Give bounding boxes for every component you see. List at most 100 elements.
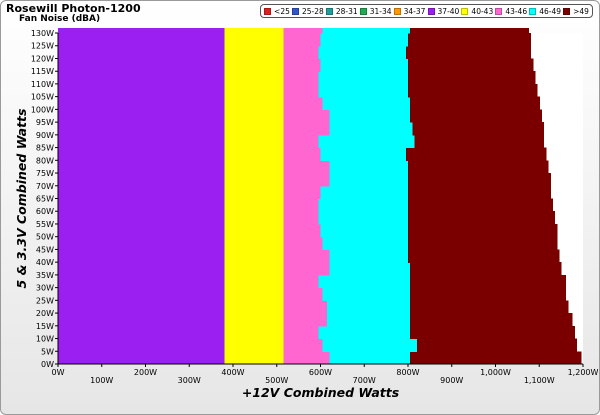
heat-band (58, 122, 225, 136)
heat-band (327, 313, 411, 327)
heat-band (224, 313, 284, 327)
y-tick-label: 105W (31, 93, 54, 102)
y-tick-label: 30W (36, 284, 54, 293)
heat-band (410, 287, 567, 301)
heat-band (283, 109, 330, 123)
y-tick-label: 80W (36, 156, 54, 165)
heat-band (405, 45, 532, 60)
heat-band (58, 33, 225, 47)
heat-band (224, 211, 284, 225)
heat-band (283, 58, 322, 72)
y-tick-label: 35W (36, 271, 54, 280)
heat-band (283, 185, 322, 200)
y-tick-label: 25W (36, 296, 54, 305)
heat-band (283, 351, 330, 365)
heat-band (318, 211, 409, 225)
x-tick-label: 700W (353, 376, 376, 385)
heat-band (58, 313, 225, 327)
heat-band (410, 27, 529, 34)
heat-band (329, 109, 411, 123)
y-tick-label: 5W (41, 347, 54, 356)
heat-band (408, 249, 560, 263)
heat-band (58, 71, 225, 85)
heat-band (408, 223, 558, 238)
x-tick-label: 300W (178, 376, 201, 385)
y-tick-label: 130W (31, 29, 54, 38)
heat-band (283, 83, 319, 98)
heat-band (318, 134, 416, 149)
y-tick-label: 70W (36, 182, 54, 191)
heat-band (283, 313, 328, 327)
heat-band (224, 338, 284, 352)
heat-band (283, 249, 330, 263)
heat-band (410, 274, 567, 289)
heat-band (329, 160, 409, 174)
heat-band (224, 223, 284, 238)
heat-band (58, 249, 225, 263)
x-tick-label: 100W (90, 376, 113, 385)
heat-band (283, 33, 322, 47)
heatmap-plot: 0W 5W 10W 15W 20W 25W 30W 35W 40W 45W 50W 55W 60W 65W… (14, 27, 598, 400)
y-tick-label: 10W (36, 335, 54, 344)
heat-band (224, 58, 284, 72)
heat-band (318, 45, 407, 60)
chart-frame: Rosewill Photon-1200 Fan Noise (dBA) <25… (0, 0, 600, 415)
y-tick-label: 90W (36, 131, 54, 140)
heat-band (224, 122, 284, 136)
x-tick-label: 400W (221, 368, 244, 377)
y-tick-label: 55W (36, 220, 54, 229)
heat-band (329, 351, 411, 365)
heat-band (58, 325, 225, 340)
heat-band (58, 338, 225, 352)
heat-band (318, 325, 411, 340)
y-tick-label: 75W (36, 169, 54, 178)
heat-band (318, 71, 409, 85)
heat-band (408, 173, 551, 187)
heat-band (58, 45, 225, 60)
heat-band (58, 351, 225, 365)
heat-band (224, 300, 284, 314)
x-tick-label: 800W (396, 368, 419, 377)
heat-band (224, 45, 284, 60)
heat-band (408, 71, 536, 85)
heat-band (58, 274, 225, 289)
heat-band (58, 223, 225, 238)
heat-band (224, 134, 284, 149)
heat-band (408, 236, 558, 251)
heat-band (283, 325, 319, 340)
heat-band (408, 185, 551, 200)
heat-band (283, 160, 330, 174)
y-tick-label: 120W (31, 54, 54, 63)
heat-band (58, 96, 225, 110)
heat-band (283, 287, 324, 301)
y-tick-label: 60W (36, 207, 54, 216)
heat-band (283, 223, 322, 238)
heat-band (322, 96, 411, 110)
y-tick-label: 85W (36, 144, 54, 153)
heat-band (320, 147, 407, 161)
heat-band (224, 109, 284, 123)
heat-band (224, 274, 284, 289)
heat-band (224, 71, 284, 85)
heat-band (58, 262, 225, 276)
x-tick-label: 500W (265, 376, 288, 385)
heat-band (320, 33, 409, 47)
heat-band (408, 83, 538, 98)
heat-band (283, 134, 319, 149)
y-tick-label: 100W (31, 105, 54, 114)
y-axis-title: 5 & 3.3V Combined Watts (14, 109, 29, 289)
heat-band (327, 300, 411, 314)
heat-band (410, 109, 543, 123)
y-tick-label: 20W (36, 309, 54, 318)
heat-band (224, 198, 284, 212)
heat-band (408, 33, 532, 47)
heat-band (412, 122, 545, 136)
heat-band (58, 58, 225, 72)
heat-band (224, 249, 284, 263)
x-axis-title: +12V Combined Watts (242, 385, 399, 400)
heat-band (322, 27, 411, 34)
y-tick-label: 15W (36, 322, 54, 331)
heat-band (410, 313, 573, 327)
heat-band (58, 198, 225, 212)
heat-band (320, 223, 409, 238)
